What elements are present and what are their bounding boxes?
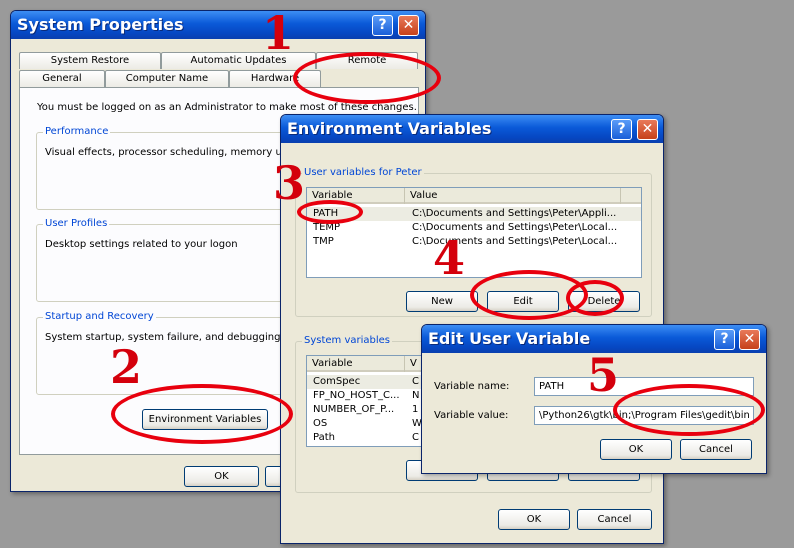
edit-var-cancel-button[interactable]: Cancel [680, 439, 752, 460]
new-button[interactable]: New [406, 291, 478, 312]
var-name: TMP [313, 236, 334, 247]
edit-var-title: Edit User Variable [428, 329, 591, 348]
env-vars-title: Environment Variables [287, 119, 492, 138]
tab-computer-name[interactable]: Computer Name [105, 70, 229, 87]
tab-general[interactable]: General [19, 70, 105, 87]
startup-recovery-title: Startup and Recovery [43, 311, 156, 322]
system-properties-titlebar[interactable]: System Properties ? ✕ [11, 11, 425, 39]
column-variable[interactable]: Variable [307, 356, 405, 372]
var-value: N [412, 390, 420, 401]
var-value: C:\Documents and Settings\Peter\Appli... [412, 208, 617, 219]
close-icon[interactable]: ✕ [637, 119, 658, 140]
window-title: System Properties [17, 15, 184, 34]
annotation-ellipse-delete-button [566, 280, 624, 316]
annotation-number-3: 3 [273, 156, 306, 210]
annotation-number-4: 4 [433, 231, 466, 285]
user-variables-title: User variables for Peter [302, 167, 424, 178]
annotation-ellipse-advanced-tab [293, 52, 441, 104]
var-name: OS [313, 418, 328, 429]
user-list-header: Variable Value [307, 188, 641, 204]
user-profiles-title: User Profiles [43, 218, 110, 229]
annotation-number-2: 2 [110, 340, 143, 394]
annotation-number-1: 1 [262, 6, 295, 60]
env-cancel-button[interactable]: Cancel [577, 509, 652, 530]
close-icon[interactable]: ✕ [739, 329, 760, 350]
table-row[interactable]: TEMP C:\Documents and Settings\Peter\Loc… [307, 221, 641, 235]
variable-name-label: Variable name: [434, 381, 510, 392]
help-icon[interactable]: ? [611, 119, 632, 140]
table-row[interactable]: TMP C:\Documents and Settings\Peter\Loca… [307, 235, 641, 249]
close-icon[interactable]: ✕ [398, 15, 419, 36]
user-profiles-text: Desktop settings related to your logon [45, 239, 238, 250]
annotation-number-5: 5 [587, 348, 620, 402]
var-name: Path [313, 432, 335, 443]
user-variables-list[interactable]: Variable Value PATH C:\Documents and Set… [306, 187, 642, 278]
env-ok-button[interactable]: OK [498, 509, 570, 530]
annotation-ellipse-path-row [297, 200, 363, 224]
help-icon[interactable]: ? [714, 329, 735, 350]
annotation-ellipse-variable-value [613, 384, 765, 436]
variable-value-label: Variable value: [434, 410, 509, 421]
tab-system-restore[interactable]: System Restore [19, 52, 161, 69]
var-name: NUMBER_OF_P... [313, 404, 395, 415]
var-name: ComSpec [313, 376, 361, 387]
help-icon[interactable]: ? [372, 15, 393, 36]
env-vars-titlebar[interactable]: Environment Variables ? ✕ [281, 115, 663, 143]
sysprop-ok-button[interactable]: OK [184, 466, 259, 487]
edit-var-ok-button[interactable]: OK [600, 439, 672, 460]
system-variables-title: System variables [302, 335, 393, 346]
var-value: C [412, 432, 419, 443]
performance-title: Performance [43, 126, 111, 137]
var-value: 1 [412, 404, 419, 415]
column-value[interactable]: Value [405, 188, 621, 204]
var-name: FP_NO_HOST_C... [313, 390, 400, 401]
var-value: C [412, 376, 419, 387]
